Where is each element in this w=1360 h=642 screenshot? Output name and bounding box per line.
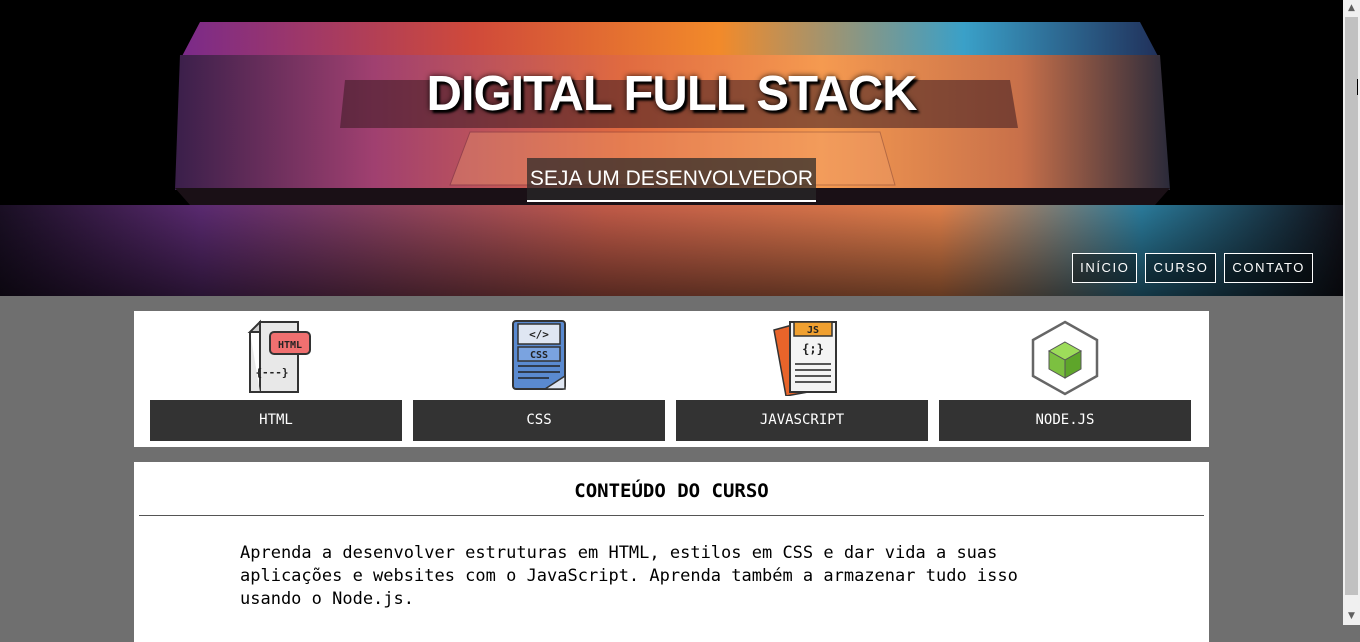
svg-text:HTML: HTML [278, 340, 302, 351]
nav-contato[interactable]: CONTATO [1224, 253, 1313, 283]
description-line-2: aplicações e websites com o JavaScript. … [240, 566, 1018, 586]
description-line-3: usando o Node.js. [240, 589, 414, 609]
course-description: Aprenda a desenvolver estruturas em HTML… [240, 542, 1090, 611]
laptop-hero-image [0, 0, 1343, 296]
tech-item-javascript: JS {;} JAVASCRIPT [676, 311, 928, 447]
hero-title: DIGITAL FULL STACK [426, 67, 917, 121]
svg-text:{---}: {---} [255, 366, 288, 379]
scroll-up-arrow-icon[interactable]: ▲ [1343, 0, 1360, 17]
section-title: CONTEÚDO DO CURSO [574, 480, 769, 502]
technologies-panel: HTML {---} HTML </> CSS CSS JS {;} JAVAS… [134, 311, 1209, 447]
html-button[interactable]: HTML [150, 400, 402, 441]
nav-inicio[interactable]: INÍCIO [1072, 253, 1138, 283]
hero-subtitle: SEJA UM DESENVOLVEDOR [527, 158, 816, 202]
svg-text:{;}: {;} [802, 342, 824, 356]
nodejs-button[interactable]: NODE.JS [939, 400, 1191, 441]
main-nav: INÍCIO CURSO CONTATO [1072, 253, 1313, 283]
scroll-thumb[interactable] [1345, 17, 1358, 595]
course-content-section: CONTEÚDO DO CURSO Aprenda a desenvolver … [134, 462, 1209, 642]
svg-text:JS: JS [807, 325, 819, 336]
svg-text:CSS: CSS [530, 350, 548, 361]
scroll-down-arrow-icon[interactable]: ▼ [1343, 608, 1360, 625]
section-divider [139, 515, 1204, 516]
nav-curso[interactable]: CURSO [1145, 253, 1217, 283]
js-file-icon: JS {;} [773, 321, 837, 396]
css-button[interactable]: CSS [413, 400, 665, 441]
svg-text:</>: </> [529, 328, 549, 341]
tech-item-html: HTML {---} HTML [150, 311, 402, 447]
javascript-button[interactable]: JAVASCRIPT [676, 400, 928, 441]
hero-banner: DIGITAL FULL STACK SEJA UM DESENVOLVEDOR… [0, 0, 1343, 296]
css-file-icon: </> CSS [512, 320, 566, 390]
tech-item-css: </> CSS CSS [413, 311, 665, 447]
description-line-1: Aprenda a desenvolver estruturas em HTML… [240, 543, 998, 563]
tech-item-nodejs: NODE.JS [939, 311, 1191, 447]
nodejs-cube-icon [1031, 320, 1099, 396]
html-file-icon: HTML {---} [247, 319, 311, 393]
